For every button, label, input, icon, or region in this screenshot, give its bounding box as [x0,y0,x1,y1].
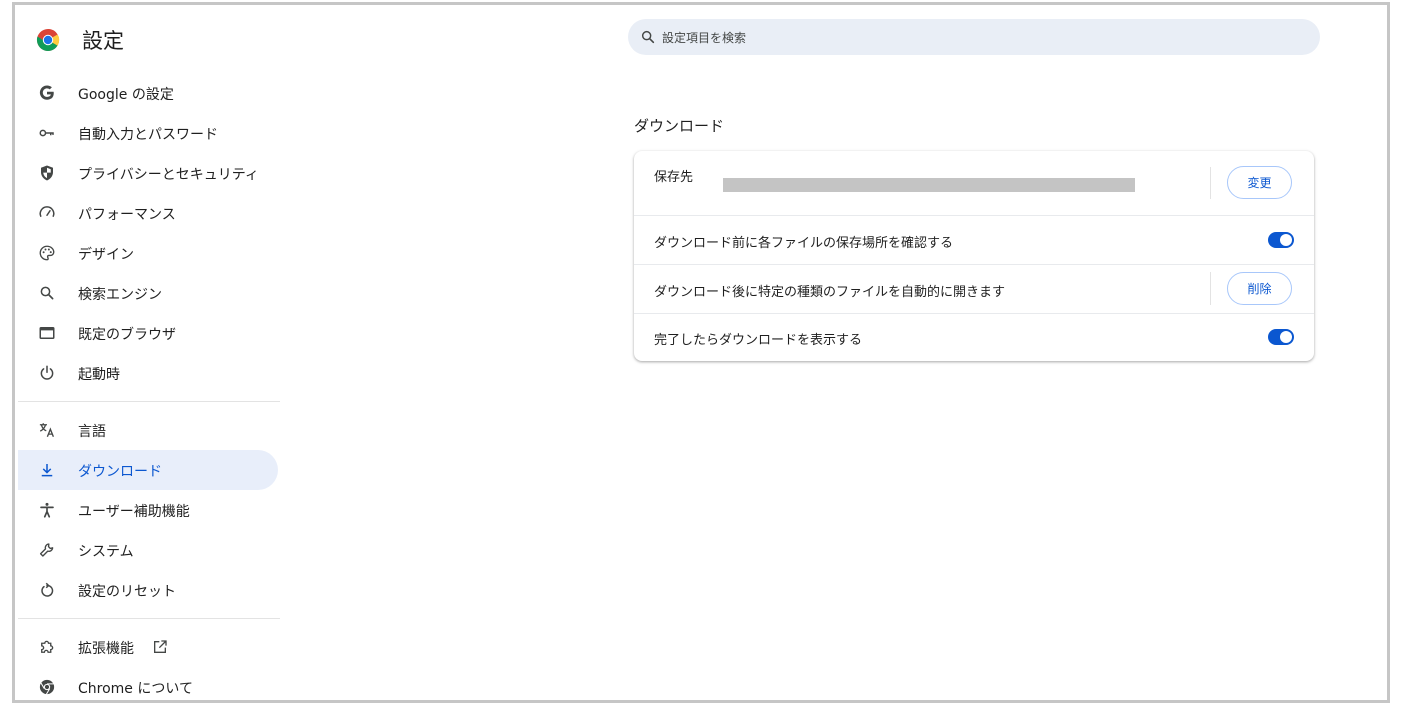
change-button[interactable]: 変更 [1227,166,1292,199]
sidebar-item-privacy[interactable]: プライバシーとセキュリティ [15,153,281,193]
chrome-logo [36,29,60,51]
sidebar-divider [18,401,280,402]
ask-before-download-row[interactable]: ダウンロード前に各ファイルの保存場所を確認する [634,215,1314,265]
sidebar-item-label: 拡張機能 [78,641,134,657]
sidebar-item-label: システム [78,544,134,560]
translate-icon [39,423,55,438]
sidebar-item-downloads[interactable]: ダウンロード [18,450,278,490]
sidebar-item-accessibility[interactable]: ユーザー補助機能 [15,490,281,530]
save-location-row: 保存先 変更 [634,151,1314,216]
auto-open-row: ダウンロード後に特定の種類のファイルを自動的に開きます 削除 [634,264,1314,314]
sidebar-item-google[interactable]: Google の設定 [15,73,281,113]
reset-icon [41,582,54,597]
accessibility-icon [40,502,54,518]
show-when-done-row[interactable]: 完了したらダウンロードを表示する [634,313,1314,361]
sidebar-item-performance[interactable]: パフォーマンス [15,193,281,233]
row-divider [1210,272,1211,305]
puzzle-icon [41,640,54,653]
show-when-done-label: 完了したらダウンロードを表示する [654,333,863,348]
row-divider [1210,167,1211,199]
sidebar-item-label: Chrome について [78,681,193,697]
downloads-settings-card: 保存先 変更 ダウンロード前に各ファイルの保存場所を確認する ダウンロード後に特… [634,151,1314,361]
sidebar-item-label: 設定のリセット [78,584,176,600]
shield-icon [41,165,53,181]
sidebar: Google の設定 自動入力とパスワード プライバシーとセキュリティ パフォー… [15,73,281,700]
sidebar-item-label: 既定のブラウザ [78,327,176,343]
sidebar-item-label: ダウンロード [78,464,162,480]
search-icon [641,30,655,44]
browser-window-icon [39,327,55,339]
ask-before-download-toggle[interactable] [1268,232,1294,248]
sidebar-item-label: 起動時 [78,367,120,383]
sidebar-item-appearance[interactable]: デザイン [15,233,281,273]
section-title: ダウンロード [634,117,725,135]
speedometer-icon [39,206,55,218]
sidebar-item-system[interactable]: システム [15,530,281,570]
sidebar-item-extensions[interactable]: 拡張機能 [15,627,281,667]
sidebar-item-autofill[interactable]: 自動入力とパスワード [15,113,281,153]
open-in-new-icon [154,640,167,653]
sidebar-item-label: ユーザー補助機能 [78,504,190,520]
sidebar-item-label: Google の設定 [78,87,174,103]
sidebar-item-default-browser[interactable]: 既定のブラウザ [15,313,281,353]
search-placeholder: 設定項目を検索 [662,30,747,45]
sidebar-item-label: デザイン [78,247,134,263]
clear-auto-open-button[interactable]: 削除 [1227,272,1292,305]
sidebar-item-search-engine[interactable]: 検索エンジン [15,273,281,313]
toggle-knob [1280,331,1292,343]
palette-icon [39,245,55,261]
sidebar-item-label: プライバシーとセキュリティ [78,167,259,183]
app-title: 設定 [82,29,124,53]
ask-before-download-label: ダウンロード前に各ファイルの保存場所を確認する [654,236,954,251]
download-icon [41,464,53,477]
search-box[interactable]: 設定項目を検索 [628,19,1320,55]
google-g-icon [39,85,54,100]
search-icon [40,286,54,300]
sidebar-item-label: 言語 [78,424,106,440]
key-icon [39,129,54,137]
sidebar-item-reset-settings[interactable]: 設定のリセット [15,570,281,610]
sidebar-item-on-startup[interactable]: 起動時 [15,353,281,393]
power-icon [40,365,54,380]
sidebar-item-label: 自動入力とパスワード [78,127,218,143]
show-when-done-toggle[interactable] [1268,329,1294,345]
sidebar-item-about-chrome[interactable]: Chrome について [15,667,281,700]
settings-window: 設定 設定項目を検索 Google の設定 自動入力とパスワード プライバシーと… [12,2,1390,703]
sidebar-item-label: パフォーマンス [78,207,176,223]
auto-open-label: ダウンロード後に特定の種類のファイルを自動的に開きます [654,285,1006,300]
sidebar-item-label: 検索エンジン [78,287,162,303]
sidebar-item-languages[interactable]: 言語 [15,410,281,450]
wrench-icon [39,543,54,557]
save-location-path-redacted [723,178,1135,192]
toggle-knob [1280,234,1292,246]
sidebar-divider [18,618,280,619]
save-location-label: 保存先 [654,170,694,185]
chrome-icon [39,679,55,695]
